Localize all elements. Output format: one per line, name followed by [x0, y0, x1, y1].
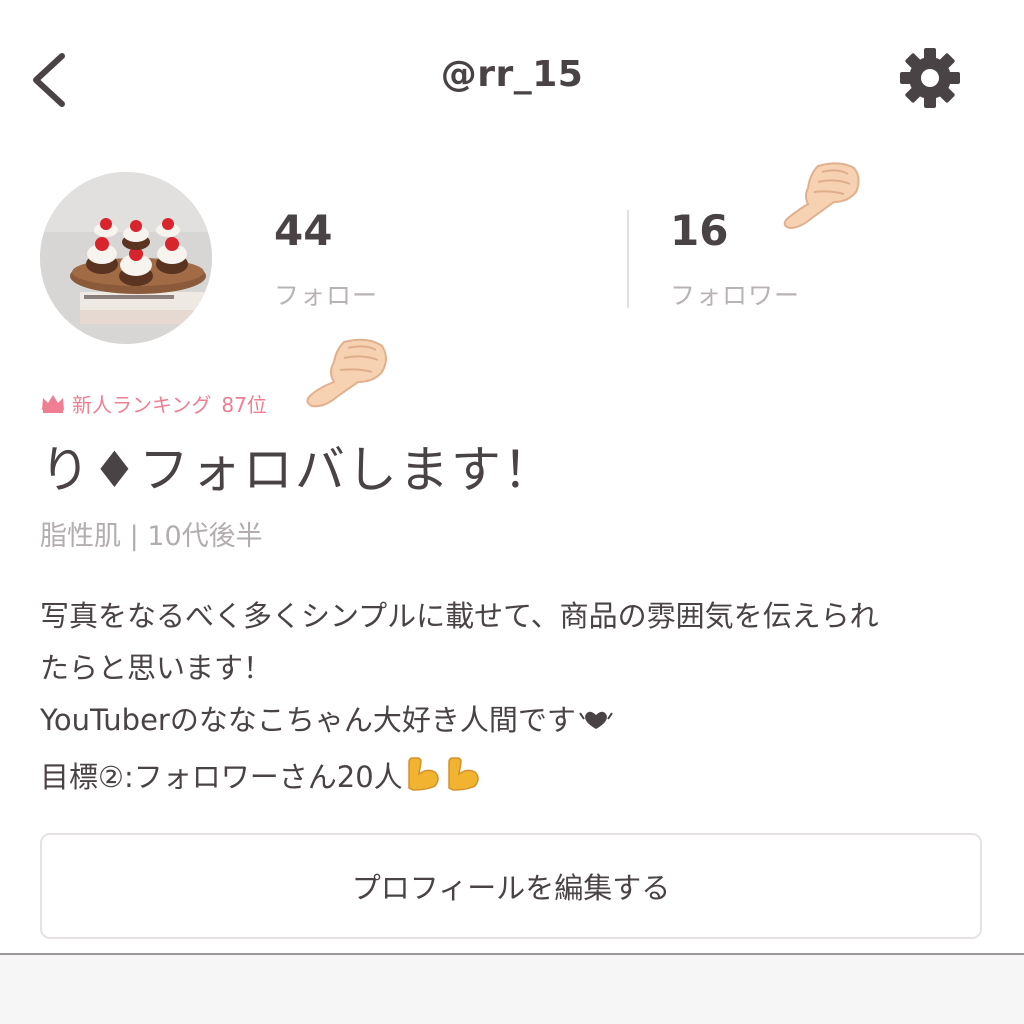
bio-line: YouTuberのななこちゃん大好き人間です	[40, 694, 990, 751]
bio-line-text: 目標②:フォロワーさん20人	[40, 760, 403, 794]
follow-label: フォロー	[274, 281, 379, 310]
follow-count: 44	[274, 206, 333, 255]
ranking-badge[interactable]: 新人ランキング 87位	[40, 388, 267, 418]
avatar-image	[40, 172, 212, 344]
stats-divider	[627, 210, 629, 308]
display-name: り♦フォロバします！	[40, 441, 555, 499]
follow-stat[interactable]: 44 フォロー	[274, 210, 378, 312]
heart-icon	[576, 699, 616, 751]
profile-tags: 脂性肌 | 10代後半	[40, 521, 263, 552]
bio: 写真をなるべく多くシンプルに載せて、商品の雰囲気を伝えられ たらと思います！ Y…	[40, 590, 990, 808]
page-title-username: @rr_15	[440, 54, 584, 95]
crown-icon	[42, 395, 64, 413]
ranking-label: 新人ランキング	[72, 392, 212, 417]
edit-profile-button[interactable]: プロフィールを編集する	[40, 833, 982, 939]
ranking-position: 87位	[221, 392, 267, 417]
flexed-biceps-icon	[403, 756, 483, 808]
profile-screen: @rr_15 44 フォロー 16 フォロワー 新人ランキング 87位 り♦フォ…	[0, 0, 1024, 1024]
follower-label: フォロワー	[670, 281, 801, 310]
bottom-area	[0, 955, 1024, 1024]
settings-button[interactable]	[898, 46, 962, 110]
avatar[interactable]	[40, 172, 212, 344]
bio-line: 目標②:フォロワーさん20人	[40, 751, 990, 808]
bio-line: 写真をなるべく多くシンプルに載せて、商品の雰囲気を伝えられ	[40, 599, 879, 633]
gear-icon	[900, 48, 960, 108]
bio-line: たらと思います！	[40, 651, 273, 685]
pointing-hand-icon	[302, 336, 390, 414]
header: @rr_15	[0, 0, 1024, 160]
bio-line-text: YouTuberのななこちゃん大好き人間です	[40, 703, 576, 737]
pointing-hand-icon	[778, 158, 862, 238]
